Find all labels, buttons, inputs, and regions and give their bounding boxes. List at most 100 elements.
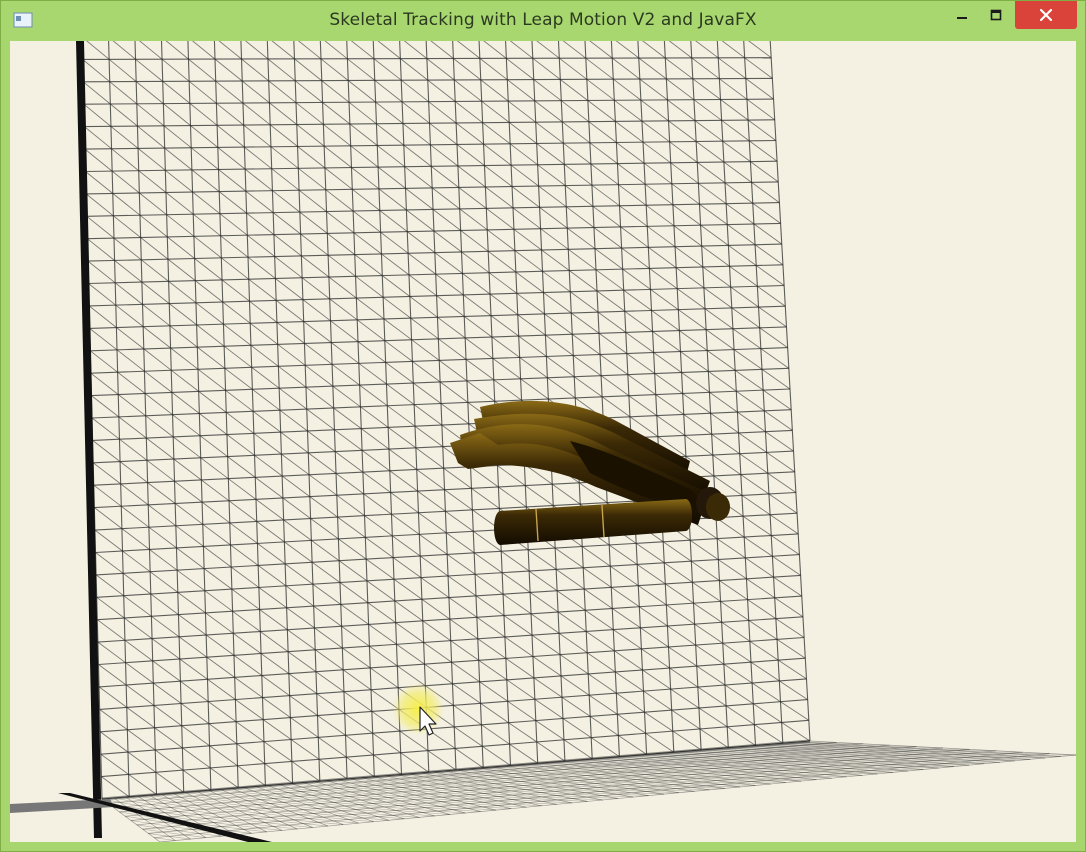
grid-line [345, 734, 374, 756]
grid-line [321, 80, 350, 103]
grid-line [454, 79, 482, 102]
grid-line [139, 192, 167, 216]
grid-line [86, 215, 115, 239]
grid-line [115, 304, 144, 327]
grid-line [244, 168, 273, 192]
title-bar[interactable]: Skeletal Tracking with Leap Motion V2 an… [1, 1, 1085, 41]
grid-line [563, 142, 592, 165]
grid-line [692, 78, 721, 100]
grid-line [276, 322, 305, 344]
grid-line [709, 391, 738, 413]
grid-line [260, 631, 289, 653]
grid-line [268, 80, 297, 104]
maximize-button[interactable] [981, 1, 1011, 29]
grid-line [754, 244, 784, 266]
grid-line [615, 121, 644, 143]
grid-line [189, 103, 218, 126]
grid-line [369, 667, 399, 689]
window-title: Skeletal Tracking with Leap Motion V2 an… [329, 10, 757, 30]
grid-line [749, 640, 779, 661]
grid-line [283, 519, 312, 541]
grid-line [354, 254, 383, 276]
grid-line [530, 613, 560, 634]
grid-line [146, 459, 175, 482]
grid-line [753, 703, 782, 723]
minimize-button[interactable] [947, 1, 977, 29]
grid-line [356, 297, 385, 320]
grid-line [223, 323, 252, 346]
grid-line [445, 510, 474, 532]
grid-line [440, 403, 470, 425]
grid-line [235, 721, 265, 742]
grid-line [666, 604, 695, 625]
grid-line [643, 162, 673, 185]
grid-line [710, 412, 739, 434]
grid-line [597, 311, 627, 333]
grid-line [149, 549, 178, 571]
grid-line [696, 665, 726, 686]
grid-line [324, 41, 348, 60]
grid-line [220, 235, 249, 258]
grid-line [449, 618, 479, 640]
grid-line [347, 80, 376, 103]
grid-line [110, 126, 139, 149]
grid-line [654, 373, 683, 394]
grid-line [560, 79, 589, 101]
grid-line [313, 605, 342, 627]
close-button[interactable] [1015, 1, 1077, 29]
grid-line [218, 191, 247, 214]
grid-line [127, 751, 157, 773]
grid-line [452, 683, 481, 704]
grid-line [463, 294, 492, 316]
grid-line [84, 148, 113, 172]
grid-line [751, 682, 781, 703]
grid-line [533, 79, 562, 102]
grid-line [483, 41, 507, 59]
grid-line [740, 474, 770, 495]
grid-line [465, 359, 495, 381]
grid-line [641, 120, 670, 143]
grid-line [510, 164, 539, 187]
grid-line [473, 552, 503, 574]
grid-line [729, 265, 758, 287]
grid-line [117, 394, 146, 417]
grid-line [538, 185, 567, 208]
grid-line [264, 763, 293, 784]
grid-line [418, 512, 447, 534]
grid-line [165, 169, 193, 193]
grid-line [619, 205, 648, 227]
grid-line [334, 429, 363, 451]
grid-line [188, 58, 216, 82]
grid-line [262, 719, 292, 740]
grid-line [236, 743, 265, 764]
grid-line [534, 698, 564, 719]
grid-line [88, 283, 117, 306]
grid-line [167, 258, 196, 281]
scene-viewport[interactable] [10, 41, 1076, 842]
grid-line [775, 618, 805, 638]
back-wall-grid [81, 41, 811, 800]
grid-line [474, 573, 504, 595]
grid-line [493, 379, 522, 401]
grid-line [365, 537, 394, 558]
grid-line [372, 732, 401, 754]
grid-line [380, 231, 409, 254]
grid-line [280, 431, 309, 454]
grid-line [308, 474, 338, 496]
grid-line [249, 322, 278, 345]
grid-line [491, 336, 520, 358]
grid-line [208, 723, 238, 745]
grid-line [450, 640, 479, 661]
grid-line [305, 386, 334, 409]
grid-line [122, 550, 151, 573]
grid-line [199, 413, 228, 435]
grid-line [616, 692, 645, 713]
grid-line [722, 642, 752, 663]
grid-line [304, 343, 333, 365]
grid-line [161, 58, 190, 82]
grid-line [736, 390, 765, 412]
grid-line [377, 166, 406, 189]
grid-line [266, 41, 294, 784]
grid-line [656, 415, 686, 436]
grid-line [498, 486, 527, 508]
